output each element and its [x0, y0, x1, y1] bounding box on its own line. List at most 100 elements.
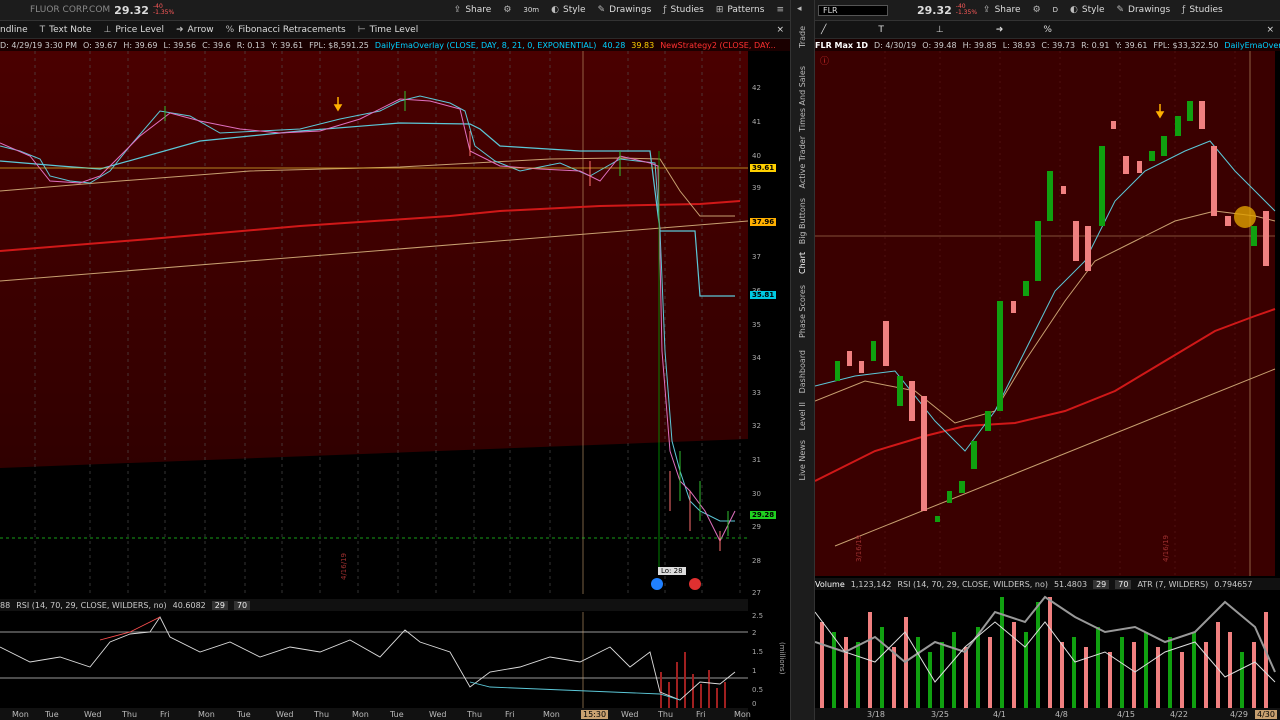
tool-arrow-icon[interactable]: ➜ [990, 20, 1010, 39]
date-marker: 4/16/19 [340, 553, 348, 580]
right-toolbar: FLR 29.32 -40 -1.35% ⇪ Share ⚙ D ◐ Style ✎ D… [815, 0, 1280, 21]
right-info-bar: FLR Max 1D D: 4/30/19 O: 39.48 H: 39.85 … [815, 39, 1280, 51]
bar-open: O: 39.67 [83, 40, 118, 50]
collapse-icon[interactable]: ◂ [797, 4, 802, 14]
bar-low: L: 39.56 [163, 40, 197, 50]
menu-icon: ≡ [776, 5, 784, 15]
volume-bars-right [820, 597, 1268, 708]
tab-times-and-sales[interactable]: Times And Sales [798, 66, 807, 132]
tab-level-ii[interactable]: Level II [798, 402, 807, 430]
right-studies-button[interactable]: ƒ Studies [1176, 1, 1229, 20]
tab-live-news[interactable]: Live News [798, 440, 807, 481]
settings-button[interactable]: ⚙ [497, 1, 517, 20]
rsi-label[interactable]: RSI (14, 70, 29, CLOSE, WILDERS, no) [16, 601, 166, 610]
side-tab-strip: Trade Times And Sales Active Trader Big … [790, 0, 815, 720]
strategy-label[interactable]: NewStrategy2 (CLOSE, DAY... [660, 41, 776, 50]
low-label: Lo: 28 [658, 567, 686, 575]
gear-icon: ⚙ [503, 5, 512, 15]
left-rsi-bar: 88 RSI (14, 70, 29, CLOSE, WILDERS, no) … [0, 599, 748, 611]
rsi-y-axis: 2.5 2 1.5 1 0.5 0 (millions) [752, 612, 786, 708]
menu-button[interactable]: ≡ [770, 1, 790, 20]
study-label[interactable]: DailyEmaOverlay (CLOSE, DAY, 8, 21, 0, E… [375, 41, 596, 50]
rsi-value: 40.6082 [172, 600, 206, 610]
right-style-button[interactable]: ◐ Style [1064, 1, 1110, 20]
price-badge-last: 39.61 [750, 164, 777, 172]
gear-icon: ⚙ [1032, 5, 1041, 15]
event-icon-dividend[interactable] [689, 578, 701, 590]
right-chart-panel: FLR 29.32 -40 -1.35% ⇪ Share ⚙ D ◐ Style ✎ D… [815, 0, 1280, 720]
studies-icon: ƒ [663, 5, 667, 15]
share-button[interactable]: ⇪ Share [448, 1, 498, 20]
left-info-bar: D: 4/29/19 3:30 PM O: 39.67 H: 39.69 L: … [0, 39, 790, 51]
cursor-highlight [1234, 206, 1256, 228]
right-indicator-bar: Volume 1,123,142 RSI (14, 70, 29, CLOSE,… [815, 578, 1280, 590]
drawing-tools-bar: ndline T Text Note ⊥ Price Level ➜ Arrow % F… [0, 21, 790, 39]
right-price-change: -40 -1.35% [955, 3, 978, 16]
bar-date: D: 4/29/19 3:30 PM [0, 40, 78, 50]
price-badge-current: 29.28 [750, 511, 777, 519]
right-x-axis: 3/18 3/25 4/1 4/8 4/15 4/22 4/29 4/30 [815, 708, 1280, 720]
tool-level-icon[interactable]: ⊥ [930, 20, 950, 39]
price-change: -40 -1.35% [152, 3, 175, 16]
left-price-chart[interactable] [0, 51, 790, 594]
bar-close: C: 39.6 [202, 40, 231, 50]
right-timeframe-button[interactable]: D [1047, 1, 1064, 20]
share-icon: ⇪ [453, 5, 462, 15]
symbol-label[interactable]: FLUOR CORP.COM [0, 5, 110, 15]
tab-phase-scores[interactable]: Phase Scores [798, 285, 807, 338]
tool-text-icon[interactable]: T [872, 20, 890, 39]
price-badge-cyan: 35.81 [750, 291, 777, 299]
tab-chart[interactable]: Chart [798, 252, 807, 274]
right-date-marker-1: 3/16/19 [855, 535, 863, 562]
volume-bars [660, 652, 726, 708]
right-drawings-button[interactable]: ✎ Drawings [1111, 1, 1177, 20]
tool-fib-icon[interactable]: % [1037, 20, 1058, 39]
time-level-icon: ⊢ [357, 24, 366, 35]
arrow-icon: ➜ [175, 24, 184, 35]
drawings-button[interactable]: ✎ Drawings [592, 1, 658, 20]
left-x-axis: Mon Tue Wed Thu Fri Mon Tue Wed Thu Mon … [0, 708, 751, 720]
left-toolbar: FLUOR CORP.COM 29.32 -40 -1.35% ⇪ Share ⚙ … [0, 0, 790, 21]
style-button[interactable]: ◐ Style [545, 1, 591, 20]
bar-y: Y: 39.61 [271, 40, 304, 50]
tool-time-level[interactable]: ⊢ Time Level [352, 20, 425, 39]
tab-active-trader[interactable]: Active Trader [798, 136, 807, 188]
right-price-chart[interactable]: ⓘ [815, 51, 1280, 576]
bar-fpl: FPL: $8,591.25 [309, 40, 369, 50]
right-volume-chart[interactable] [815, 592, 1280, 708]
tool-trendline[interactable]: ndline [0, 20, 34, 39]
study-value-1: 40.28 [602, 40, 626, 50]
close-icon[interactable]: × [770, 20, 790, 39]
tab-dashboard[interactable]: Dashboard [798, 350, 807, 393]
right-last-price: 29.32 [917, 3, 952, 17]
left-rsi-chart[interactable] [0, 612, 748, 708]
left-y-axis: 42 41 40 39 38 37 36 35 34 33 32 31 30 2… [748, 51, 790, 597]
right-date-marker-2: 4/16/19 [1162, 535, 1170, 562]
patterns-icon: ⊞ [715, 5, 724, 15]
tab-big-buttons[interactable]: Big Buttons [798, 198, 807, 244]
bar-high: H: 39.69 [123, 40, 158, 50]
studies-button[interactable]: ƒ Studies [657, 1, 710, 20]
right-close-icon[interactable]: × [1260, 20, 1280, 39]
tool-text-note[interactable]: T Text Note [34, 20, 98, 39]
right-settings-button[interactable]: ⚙ [1027, 1, 1047, 20]
patterns-button[interactable]: ⊞ Patterns [710, 1, 771, 20]
tool-fibonacci[interactable]: % Fibonacci Retracements [220, 20, 352, 39]
event-icon-earnings[interactable] [651, 578, 663, 590]
tool-line-icon[interactable]: ╱ [815, 20, 832, 39]
tool-price-level[interactable]: ⊥ Price Level [98, 20, 170, 39]
share-icon: ⇪ [983, 5, 991, 15]
study-value-2: 39.83 [631, 40, 655, 50]
right-share-button[interactable]: ⇪ Share [977, 1, 1027, 20]
style-icon: ◐ [551, 5, 559, 15]
symbol-input[interactable]: FLR [818, 4, 888, 16]
percent-icon: % [225, 24, 235, 35]
last-price: 29.32 [114, 3, 149, 17]
tab-trade[interactable]: Trade [798, 26, 807, 48]
right-drawing-tools-bar: ╱ T ⊥ ➜ % × [815, 21, 1280, 39]
timeframe-button[interactable]: 30m [517, 1, 545, 20]
studies-icon: ƒ [1182, 5, 1186, 15]
tool-arrow[interactable]: ➜ Arrow [170, 20, 220, 39]
alert-icon[interactable]: ⓘ [820, 56, 829, 67]
style-icon: ◐ [1070, 5, 1078, 15]
